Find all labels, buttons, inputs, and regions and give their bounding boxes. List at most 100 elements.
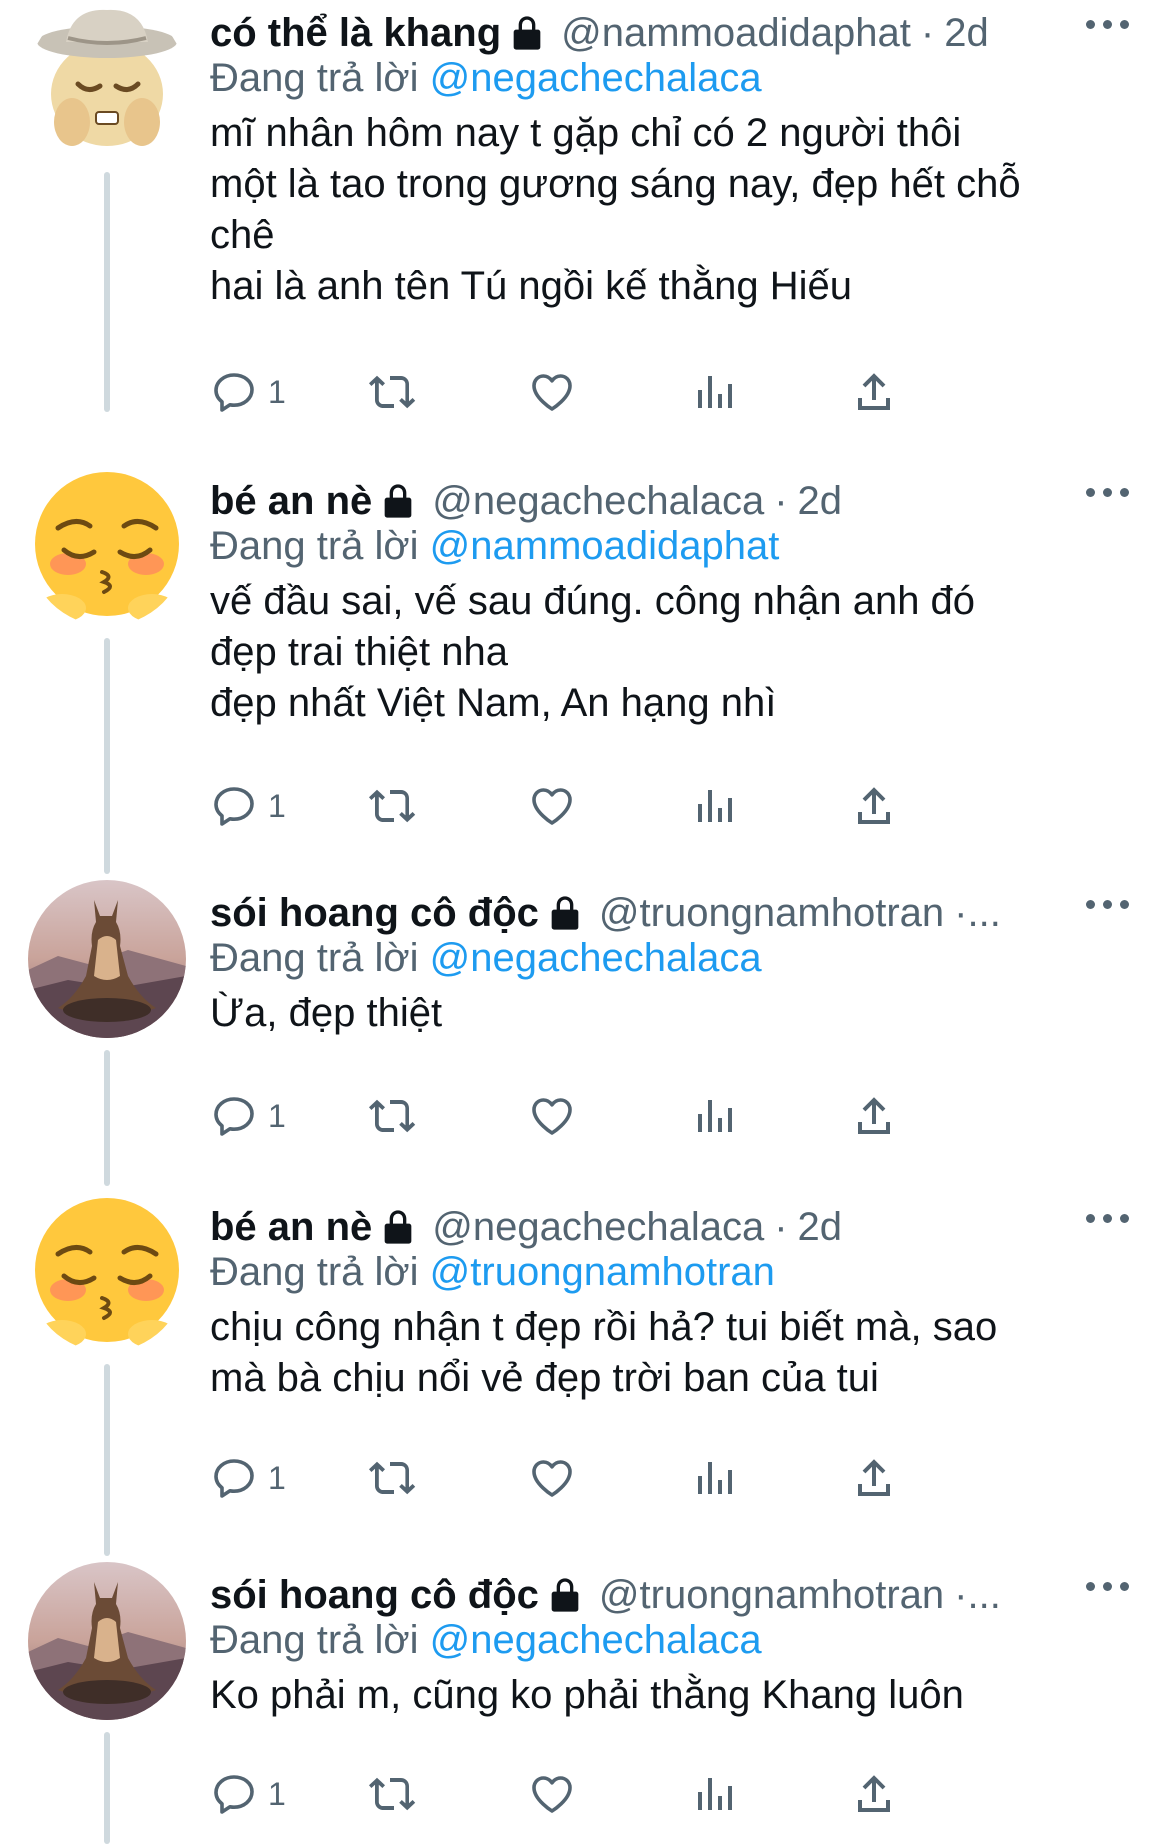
avatar[interactable] <box>28 1562 186 1720</box>
separator: ·... <box>954 890 1001 935</box>
analytics-bars-icon <box>698 790 732 822</box>
text-line: hai là anh tên Tú ngồi kế thằng Hiếu <box>210 264 852 308</box>
replying-prefix: Đang trả lời <box>210 1618 419 1662</box>
user-handle[interactable]: @negachechalaca <box>432 1205 764 1250</box>
user-handle[interactable]: @negachechalaca <box>432 479 764 524</box>
analytics-bars-icon <box>698 1778 732 1810</box>
reply-count: 1 <box>268 1459 286 1496</box>
more-dots-icon[interactable] <box>1086 1576 1130 1596</box>
share-upload-icon <box>858 787 890 824</box>
like-button[interactable] <box>528 362 576 422</box>
reply-button[interactable]: 1 <box>210 1086 286 1146</box>
lock-icon <box>551 896 579 930</box>
retweet-icon <box>369 1461 416 1495</box>
share-upload-icon <box>858 373 890 410</box>
avatar[interactable] <box>28 468 186 626</box>
lock-icon <box>551 1578 579 1612</box>
lock-icon <box>384 1210 412 1244</box>
reply-button[interactable]: 1 <box>210 1448 286 1508</box>
more-dots-icon[interactable] <box>1086 894 1130 914</box>
action-bar: 1 <box>210 362 1050 422</box>
views-button[interactable] <box>690 1086 738 1146</box>
timestamp[interactable]: 2d <box>798 1205 843 1250</box>
views-button[interactable] <box>690 776 738 836</box>
mention-link[interactable]: @truongnamhotran <box>430 1250 775 1294</box>
retweet-button[interactable] <box>368 362 416 422</box>
like-button[interactable] <box>528 1764 576 1824</box>
like-button[interactable] <box>528 1448 576 1508</box>
tweet-text: Ko phải m, cũng ko phải thằng Khang luôn <box>210 1670 1140 1721</box>
tweet-text: Ừa, đẹp thiệt <box>210 988 1140 1039</box>
text-line: đẹp nhất Việt Nam, An hạng nhì <box>210 681 777 725</box>
display-name[interactable]: sói hoang cô độc <box>210 1573 539 1618</box>
share-button[interactable] <box>850 362 898 422</box>
display-name[interactable]: sói hoang cô độc <box>210 891 539 936</box>
timestamp[interactable]: 2d <box>944 11 989 56</box>
tweet[interactable]: bé an nè @negachechalaca · 2d Đang trả l… <box>0 1190 1170 1556</box>
share-button[interactable] <box>850 1448 898 1508</box>
reply-bubble-icon <box>214 1459 254 1498</box>
mention-link[interactable]: @nammoadidaphat <box>430 524 780 568</box>
like-button[interactable] <box>528 776 576 836</box>
thread-connector <box>104 172 110 412</box>
reply-button[interactable]: 1 <box>210 1764 286 1824</box>
tweet-text: chịu công nhận t đẹp rồi hả? tui biết mà… <box>210 1302 1140 1404</box>
thread-connector <box>104 1732 110 1844</box>
avatar[interactable] <box>28 2 186 160</box>
mention-link[interactable]: @negachechalaca <box>430 56 762 100</box>
heart-icon <box>532 788 572 825</box>
heart-icon <box>532 374 572 411</box>
mention-link[interactable]: @negachechalaca <box>430 1618 762 1662</box>
more-dots-icon[interactable] <box>1086 482 1130 502</box>
text-line: mà bà chịu nổi vẻ đẹp trời ban của tui <box>210 1356 879 1400</box>
display-name[interactable]: bé an nè <box>210 479 372 524</box>
replying-to: Đang trả lời @negachechalaca <box>210 1618 762 1663</box>
display-name[interactable]: có thể là khang <box>210 11 501 56</box>
reply-bubble-icon <box>214 1097 254 1136</box>
share-button[interactable] <box>850 776 898 836</box>
action-bar: 1 <box>210 1086 1050 1146</box>
more-dots-icon[interactable] <box>1086 14 1130 34</box>
display-name[interactable]: bé an nè <box>210 1205 372 1250</box>
thread-connector <box>104 638 110 874</box>
retweet-button[interactable] <box>368 1764 416 1824</box>
analytics-bars-icon <box>698 1462 732 1494</box>
thread-connector <box>104 1364 110 1556</box>
analytics-bars-icon <box>698 376 732 408</box>
tweet[interactable]: sói hoang cô độc @truongnamhotran ·... Đ… <box>0 1560 1170 1844</box>
reply-button[interactable]: 1 <box>210 362 286 422</box>
more-dots-icon[interactable] <box>1086 1208 1130 1228</box>
user-handle[interactable]: @nammoadidaphat <box>561 11 911 56</box>
avatar[interactable] <box>28 880 186 1038</box>
separator: · <box>920 10 935 55</box>
views-button[interactable] <box>690 1764 738 1824</box>
text-line: vế đầu sai, vế sau đúng. công nhận anh đ… <box>210 579 976 623</box>
like-button[interactable] <box>528 1086 576 1146</box>
retweet-icon <box>369 375 416 409</box>
retweet-button[interactable] <box>368 1448 416 1508</box>
tweet[interactable]: sói hoang cô độc @truongnamhotran ·... Đ… <box>0 876 1170 1186</box>
reply-button[interactable]: 1 <box>210 776 286 836</box>
avatar[interactable] <box>28 1194 186 1352</box>
timestamp[interactable]: 2d <box>798 479 843 524</box>
tweet[interactable]: bé an nè @negachechalaca · 2d Đang trả l… <box>0 462 1170 874</box>
retweet-button[interactable] <box>368 776 416 836</box>
tweet-text: mĩ nhân hôm nay t gặp chỉ có 2 người thô… <box>210 108 1140 312</box>
text-line: Ko phải m, cũng ko phải thằng Khang luôn <box>210 1673 964 1717</box>
thread-connector <box>104 1050 110 1186</box>
replying-to: Đang trả lời @negachechalaca <box>210 936 762 981</box>
user-handle[interactable]: @truongnamhotran <box>599 1573 944 1618</box>
views-button[interactable] <box>690 362 738 422</box>
text-line: chê <box>210 213 275 257</box>
reply-count: 1 <box>268 373 286 410</box>
views-button[interactable] <box>690 1448 738 1508</box>
share-button[interactable] <box>850 1086 898 1146</box>
analytics-bars-icon <box>698 1100 732 1132</box>
tweet[interactable]: có thể là khang @nammoadidaphat · 2d Đan… <box>0 0 1170 412</box>
separator: · <box>774 1204 788 1249</box>
user-handle[interactable]: @truongnamhotran <box>599 891 944 936</box>
mention-link[interactable]: @negachechalaca <box>430 936 762 980</box>
share-button[interactable] <box>850 1764 898 1824</box>
retweet-button[interactable] <box>368 1086 416 1146</box>
retweet-icon <box>369 1777 416 1811</box>
